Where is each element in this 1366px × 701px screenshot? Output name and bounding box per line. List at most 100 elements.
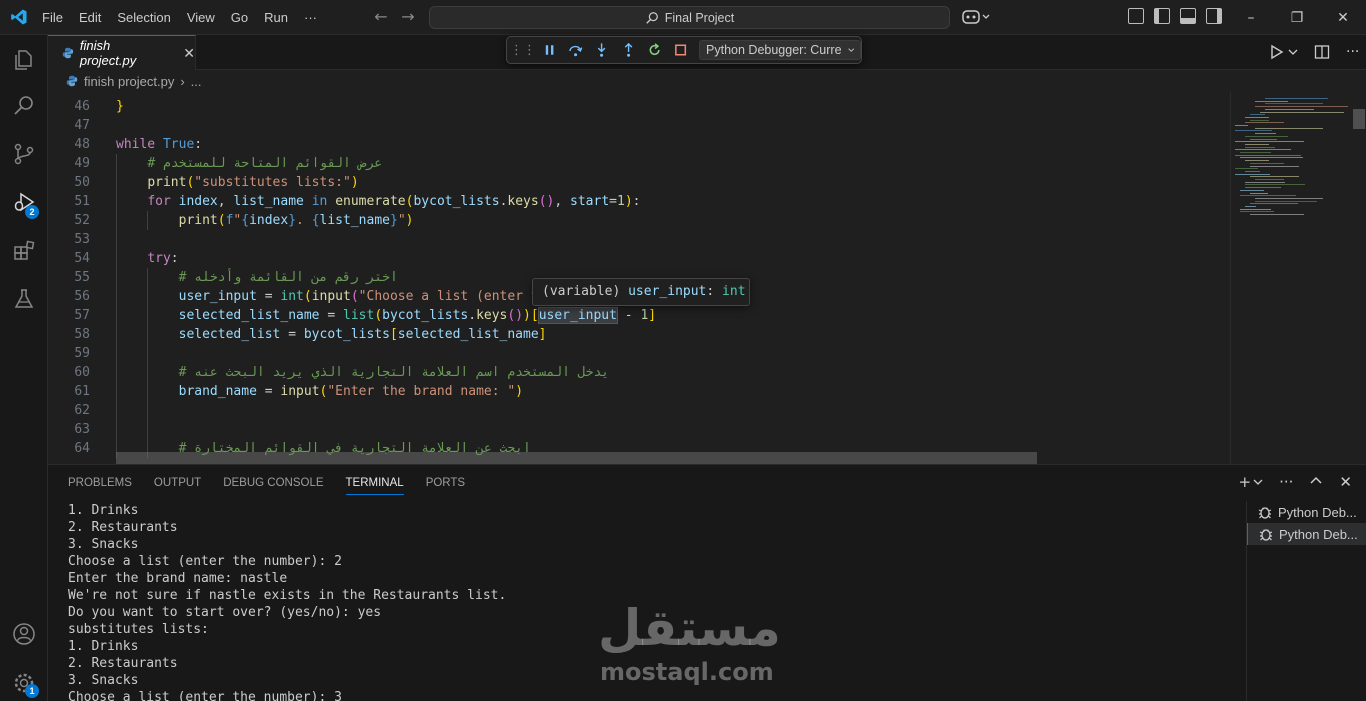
drag-handle-icon[interactable]: ⋮⋮ <box>510 42 536 58</box>
debug-toolbar: ⋮⋮ Python Debugger: Curre <box>506 36 862 64</box>
code-line[interactable]: 48 while True: <box>48 135 1230 154</box>
step-out-icon[interactable] <box>621 42 636 58</box>
tab-output[interactable]: OUTPUT <box>154 475 201 495</box>
customize-layout-icon[interactable] <box>1128 8 1144 24</box>
breadcrumb-more[interactable]: ... <box>191 74 202 89</box>
minimap-line <box>1240 157 1304 159</box>
code-line[interactable]: 47 <box>48 116 1230 135</box>
command-center[interactable]: Final Project <box>429 6 950 29</box>
source-control-icon[interactable] <box>12 142 36 166</box>
code-line[interactable]: 49 # عرض القوائم المتاحة للمستخدم <box>48 154 1230 173</box>
code-line[interactable]: 58 selected_list = bycot_lists[selected_… <box>48 325 1230 344</box>
toggle-secondary-sidebar-icon[interactable] <box>1206 8 1222 24</box>
minimap-line <box>1245 146 1275 148</box>
split-editor-icon[interactable] <box>1314 44 1330 60</box>
maximize-panel-chevron-up-icon[interactable] <box>1309 473 1323 489</box>
menu-file[interactable]: File <box>34 0 71 35</box>
minimap[interactable] <box>1230 92 1352 464</box>
minimap-line <box>1250 176 1299 178</box>
code-line[interactable]: 62 <box>48 401 1230 420</box>
step-into-icon[interactable] <box>594 42 609 58</box>
watermark-logo: مستقل mostaql.com <box>598 600 781 690</box>
run-dropdown-chevron-icon[interactable] <box>1288 44 1298 60</box>
terminal-instance[interactable]: Python Deb... <box>1247 501 1366 523</box>
minimap-line <box>1245 116 1270 118</box>
pause-icon[interactable] <box>542 42 557 58</box>
minimap-line <box>1245 206 1257 207</box>
terminal-line: Choose a list (enter the number): 2 <box>68 554 342 569</box>
minimize-button[interactable]: – <box>1228 0 1274 35</box>
menu-go[interactable]: Go <box>223 0 256 35</box>
tab-terminal[interactable]: TERMINAL <box>345 475 404 495</box>
tab-close-icon[interactable]: ✕ <box>183 45 195 62</box>
terminal-instance[interactable]: Python Deb... <box>1247 523 1366 545</box>
minimap-line <box>1250 138 1277 140</box>
step-over-icon[interactable] <box>568 42 583 58</box>
code-line[interactable]: 50 print("substitutes lists:") <box>48 173 1230 192</box>
testing-flask-icon[interactable] <box>12 287 36 311</box>
code-line[interactable]: 46} <box>48 97 1230 116</box>
horizontal-scrollbar[interactable] <box>116 452 1037 464</box>
tab-finish-project[interactable]: finish project.py ✕ <box>48 35 196 70</box>
code-line[interactable]: 63 <box>48 420 1230 439</box>
explorer-icon[interactable] <box>12 48 36 72</box>
code-text: for index, list_name in enumerate(bycot_… <box>147 194 641 209</box>
menu-more[interactable]: ··· <box>296 0 325 35</box>
hover-name: user_input <box>628 284 707 299</box>
restore-button[interactable]: ❐ <box>1274 0 1320 35</box>
terminal-dropdown-chevron-icon[interactable] <box>1253 473 1263 489</box>
back-arrow-icon[interactable]: ← <box>372 8 390 26</box>
code-line[interactable]: 61 brand_name = input("Enter the brand n… <box>48 382 1230 401</box>
copilot-icon[interactable] <box>962 9 992 25</box>
menu-edit[interactable]: Edit <box>71 0 109 35</box>
stop-icon[interactable] <box>673 42 688 58</box>
menu-selection[interactable]: Selection <box>109 0 178 35</box>
minimap-line <box>1250 119 1270 121</box>
code-line[interactable]: 57 selected_list_name = list(bycot_lists… <box>48 306 1230 325</box>
minimap-line <box>1265 103 1324 105</box>
debug-config-label: Python Debugger: Curre <box>706 43 842 57</box>
menu-run[interactable]: Run <box>256 0 296 35</box>
close-window-button[interactable]: ✕ <box>1320 0 1366 35</box>
minimap-line <box>1235 130 1272 132</box>
vertical-scrollbar[interactable] <box>1352 92 1366 464</box>
minimap-line <box>1260 111 1345 113</box>
line-number: 62 <box>74 403 90 418</box>
close-panel-icon[interactable]: ✕ <box>1339 473 1352 491</box>
code-line[interactable]: 52 print(f"{index}. {list_name}") <box>48 211 1230 230</box>
vscode-logo-icon[interactable] <box>10 8 28 26</box>
code-text: # يدخل المستخدم اسم العلامة التجارية الذ… <box>178 365 610 380</box>
minimap-line <box>1240 208 1272 210</box>
menu-view[interactable]: View <box>179 0 223 35</box>
breadcrumb-file[interactable]: finish project.py <box>84 74 174 89</box>
more-actions-icon[interactable]: ··· <box>1346 44 1359 62</box>
indent-guide <box>116 230 117 249</box>
line-number: 64 <box>74 441 90 456</box>
minimap-line <box>1250 192 1268 194</box>
extensions-icon[interactable] <box>12 239 36 263</box>
new-terminal-plus-icon[interactable]: + <box>1239 473 1252 491</box>
tab-ports[interactable]: PORTS <box>426 475 465 495</box>
code-text: user_input = int(input("Choose a list (e… <box>178 289 539 304</box>
toggle-panel-icon[interactable] <box>1180 8 1196 24</box>
minimap-line <box>1235 125 1248 126</box>
account-icon[interactable] <box>12 622 36 646</box>
run-file-icon[interactable] <box>1270 44 1284 60</box>
debug-config-select[interactable]: Python Debugger: Curre <box>699 40 861 60</box>
debug-badge: 2 <box>25 205 39 219</box>
scrollbar-thumb[interactable] <box>1353 109 1365 129</box>
code-line[interactable]: 51 for index, list_name in enumerate(byc… <box>48 192 1230 211</box>
code-line[interactable]: 60 # يدخل المستخدم اسم العلامة التجارية … <box>48 363 1230 382</box>
code-line[interactable]: 54 try: <box>48 249 1230 268</box>
code-line[interactable]: 59 <box>48 344 1230 363</box>
minimap-line <box>1240 152 1271 153</box>
line-number: 49 <box>74 156 90 171</box>
toggle-primary-sidebar-icon[interactable] <box>1154 8 1170 24</box>
panel-more-icon[interactable]: ··· <box>1279 473 1293 491</box>
code-line[interactable]: 53 <box>48 230 1230 249</box>
tab-debug-console[interactable]: DEBUG CONSOLE <box>223 475 323 495</box>
tab-problems[interactable]: PROBLEMS <box>68 475 132 495</box>
restart-icon[interactable] <box>647 42 662 58</box>
forward-arrow-icon[interactable]: → <box>399 8 417 26</box>
search-icon[interactable] <box>12 94 36 118</box>
